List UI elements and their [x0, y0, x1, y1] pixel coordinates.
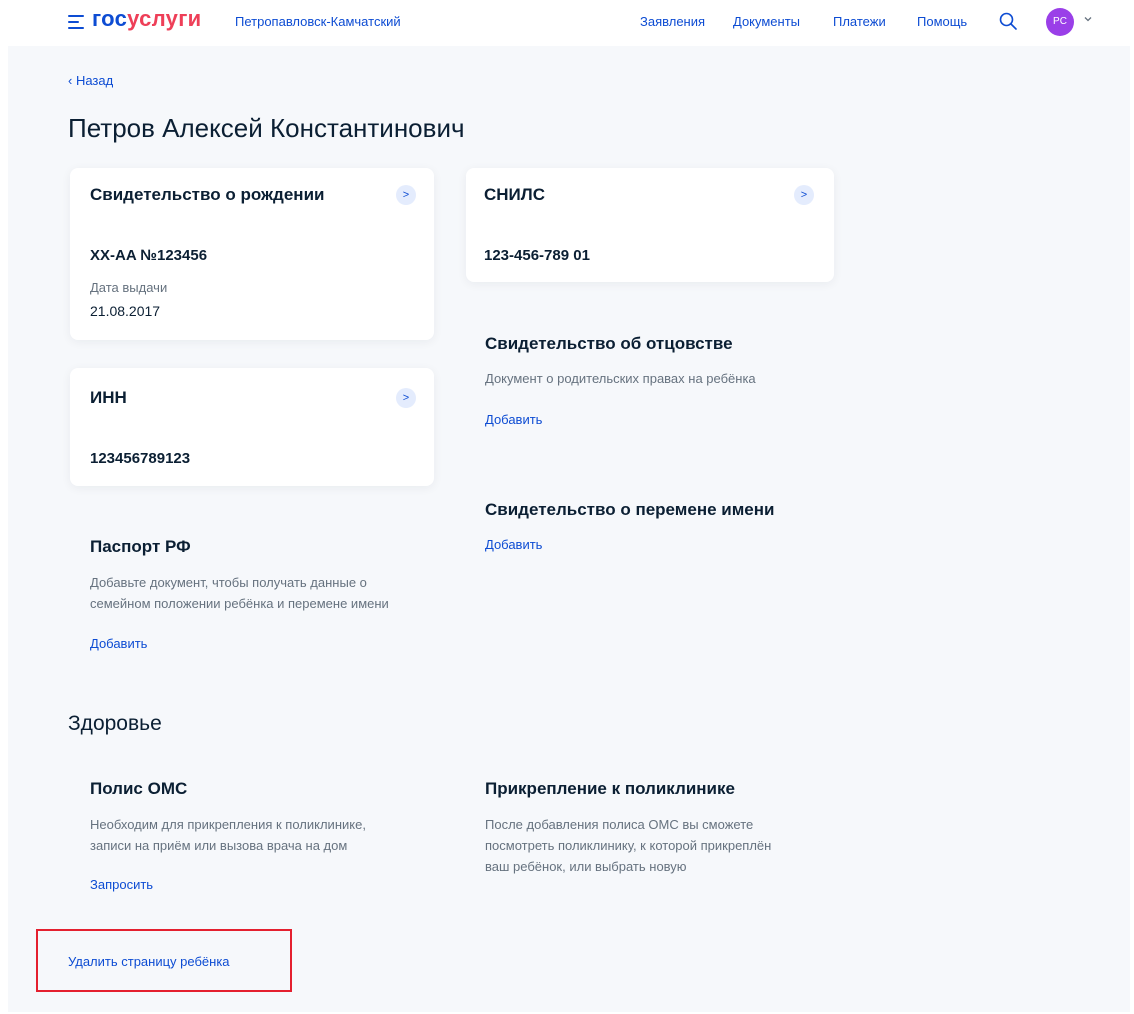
- paternity-title: Свидетельство об отцовстве: [485, 334, 733, 353]
- issue-date-label: Дата выдачи: [90, 280, 168, 295]
- chevron-right-icon[interactable]: >: [794, 185, 814, 205]
- oms-desc-line2: записи на приём или вызова врача на дом: [90, 838, 348, 853]
- logo-part-gos: гос: [92, 6, 128, 31]
- city-selector[interactable]: Петропавловск-Камчатский: [235, 14, 401, 29]
- oms-desc-line1: Необходим для прикрепления к поликлинике…: [90, 817, 366, 832]
- inn-number: 123456789123: [90, 450, 191, 467]
- back-link[interactable]: ‹ Назад: [68, 73, 113, 88]
- nav-payments[interactable]: Платежи: [833, 14, 886, 29]
- health-section-title: Здоровье: [68, 712, 162, 735]
- clinic-desc-line3: ваш ребёнок, или выбрать новую: [485, 859, 687, 874]
- passport-title: Паспорт РФ: [90, 537, 191, 556]
- snils-title: СНИЛС: [484, 185, 545, 204]
- passport-desc-line2: семейном положении ребёнка и перемене им…: [90, 596, 389, 611]
- user-avatar[interactable]: PC: [1046, 8, 1074, 36]
- page-title: Петров Алексей Константинович: [68, 113, 465, 143]
- nav-documents[interactable]: Документы: [733, 14, 800, 29]
- back-label: Назад: [75, 73, 114, 88]
- top-header: госуслуги Петропавловск-Камчатский Заявл…: [0, 0, 1134, 46]
- birth-certificate-number: XX-AA №123456: [90, 247, 208, 264]
- passport-add-link[interactable]: Добавить: [90, 636, 147, 651]
- snils-number: 123-456-789 01: [484, 247, 590, 264]
- nav-applications[interactable]: Заявления: [640, 14, 705, 29]
- name-change-add-link[interactable]: Добавить: [485, 537, 542, 552]
- chevron-down-icon[interactable]: [1083, 14, 1093, 24]
- chevron-right-icon[interactable]: >: [396, 185, 416, 205]
- passport-desc-line1: Добавьте документ, чтобы получать данные…: [90, 575, 367, 590]
- snils-card[interactable]: СНИЛС > 123-456-789 01: [466, 168, 834, 282]
- name-change-title: Свидетельство о перемене имени: [485, 500, 775, 519]
- oms-title: Полис ОМС: [90, 779, 188, 798]
- nav-help[interactable]: Помощь: [917, 14, 967, 29]
- chevron-right-icon[interactable]: >: [396, 388, 416, 408]
- paternity-add-link[interactable]: Добавить: [485, 412, 542, 427]
- clinic-desc-line1: После добавления полиса ОМС вы сможете: [485, 817, 754, 832]
- issue-date-value: 21.08.2017: [90, 303, 161, 319]
- oms-request-link[interactable]: Запросить: [90, 877, 153, 892]
- clinic-title: Прикрепление к поликлинике: [485, 779, 735, 798]
- birth-certificate-card[interactable]: Свидетельство о рождении > XX-AA №123456…: [70, 168, 434, 340]
- logo-part-uslugi: услуги: [127, 6, 202, 31]
- paternity-desc: Документ о родительских правах на ребёнк…: [485, 371, 756, 386]
- clinic-desc-line2: посмотреть поликлинику, к которой прикре…: [485, 838, 772, 853]
- menu-icon[interactable]: [68, 15, 84, 29]
- inn-title: ИНН: [90, 388, 127, 407]
- birth-certificate-title: Свидетельство о рождении: [90, 185, 325, 204]
- inn-card[interactable]: ИНН > 123456789123: [70, 368, 434, 486]
- search-icon[interactable]: [998, 11, 1018, 31]
- highlight-box: [36, 929, 292, 992]
- gosuslugi-logo[interactable]: госуслуги: [92, 6, 202, 32]
